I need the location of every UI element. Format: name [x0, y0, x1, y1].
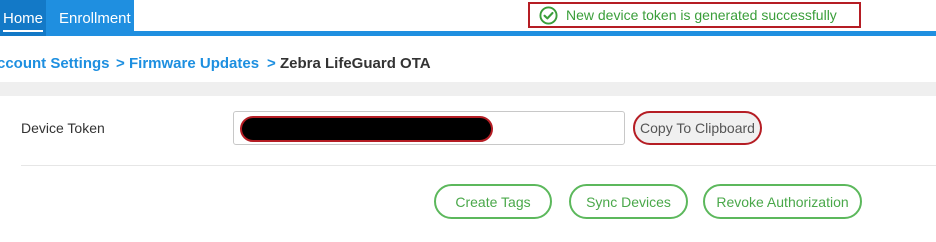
breadcrumb-account-settings[interactable]: ccount Settings — [0, 55, 110, 72]
divider — [21, 165, 936, 166]
section-gap — [0, 82, 936, 96]
breadcrumb-firmware-updates[interactable]: Firmware Updates — [129, 55, 259, 72]
breadcrumb-separator: > — [116, 55, 125, 72]
success-toast: New device token is generated successful… — [528, 2, 861, 28]
toast-message: New device token is generated successful… — [566, 7, 837, 23]
toast-notification: New device token is generated successful… — [134, 0, 936, 31]
create-tags-button[interactable]: Create Tags — [434, 184, 552, 219]
breadcrumb-current-page: Zebra LifeGuard OTA — [280, 55, 431, 72]
nav-home-label: Home — [3, 10, 44, 32]
redacted-token-value — [240, 116, 493, 142]
nav-enrollment[interactable]: Enrollment — [59, 0, 131, 36]
device-token-field[interactable] — [233, 111, 625, 145]
check-circle-icon — [539, 5, 558, 25]
device-token-label: Device Token — [21, 120, 105, 136]
sync-devices-button[interactable]: Sync Devices — [569, 184, 688, 219]
nav-home[interactable]: Home — [0, 0, 47, 36]
copy-to-clipboard-button[interactable]: Copy To Clipboard — [633, 111, 762, 145]
breadcrumb-separator: > — [267, 55, 276, 72]
revoke-authorization-button[interactable]: Revoke Authorization — [703, 184, 862, 219]
